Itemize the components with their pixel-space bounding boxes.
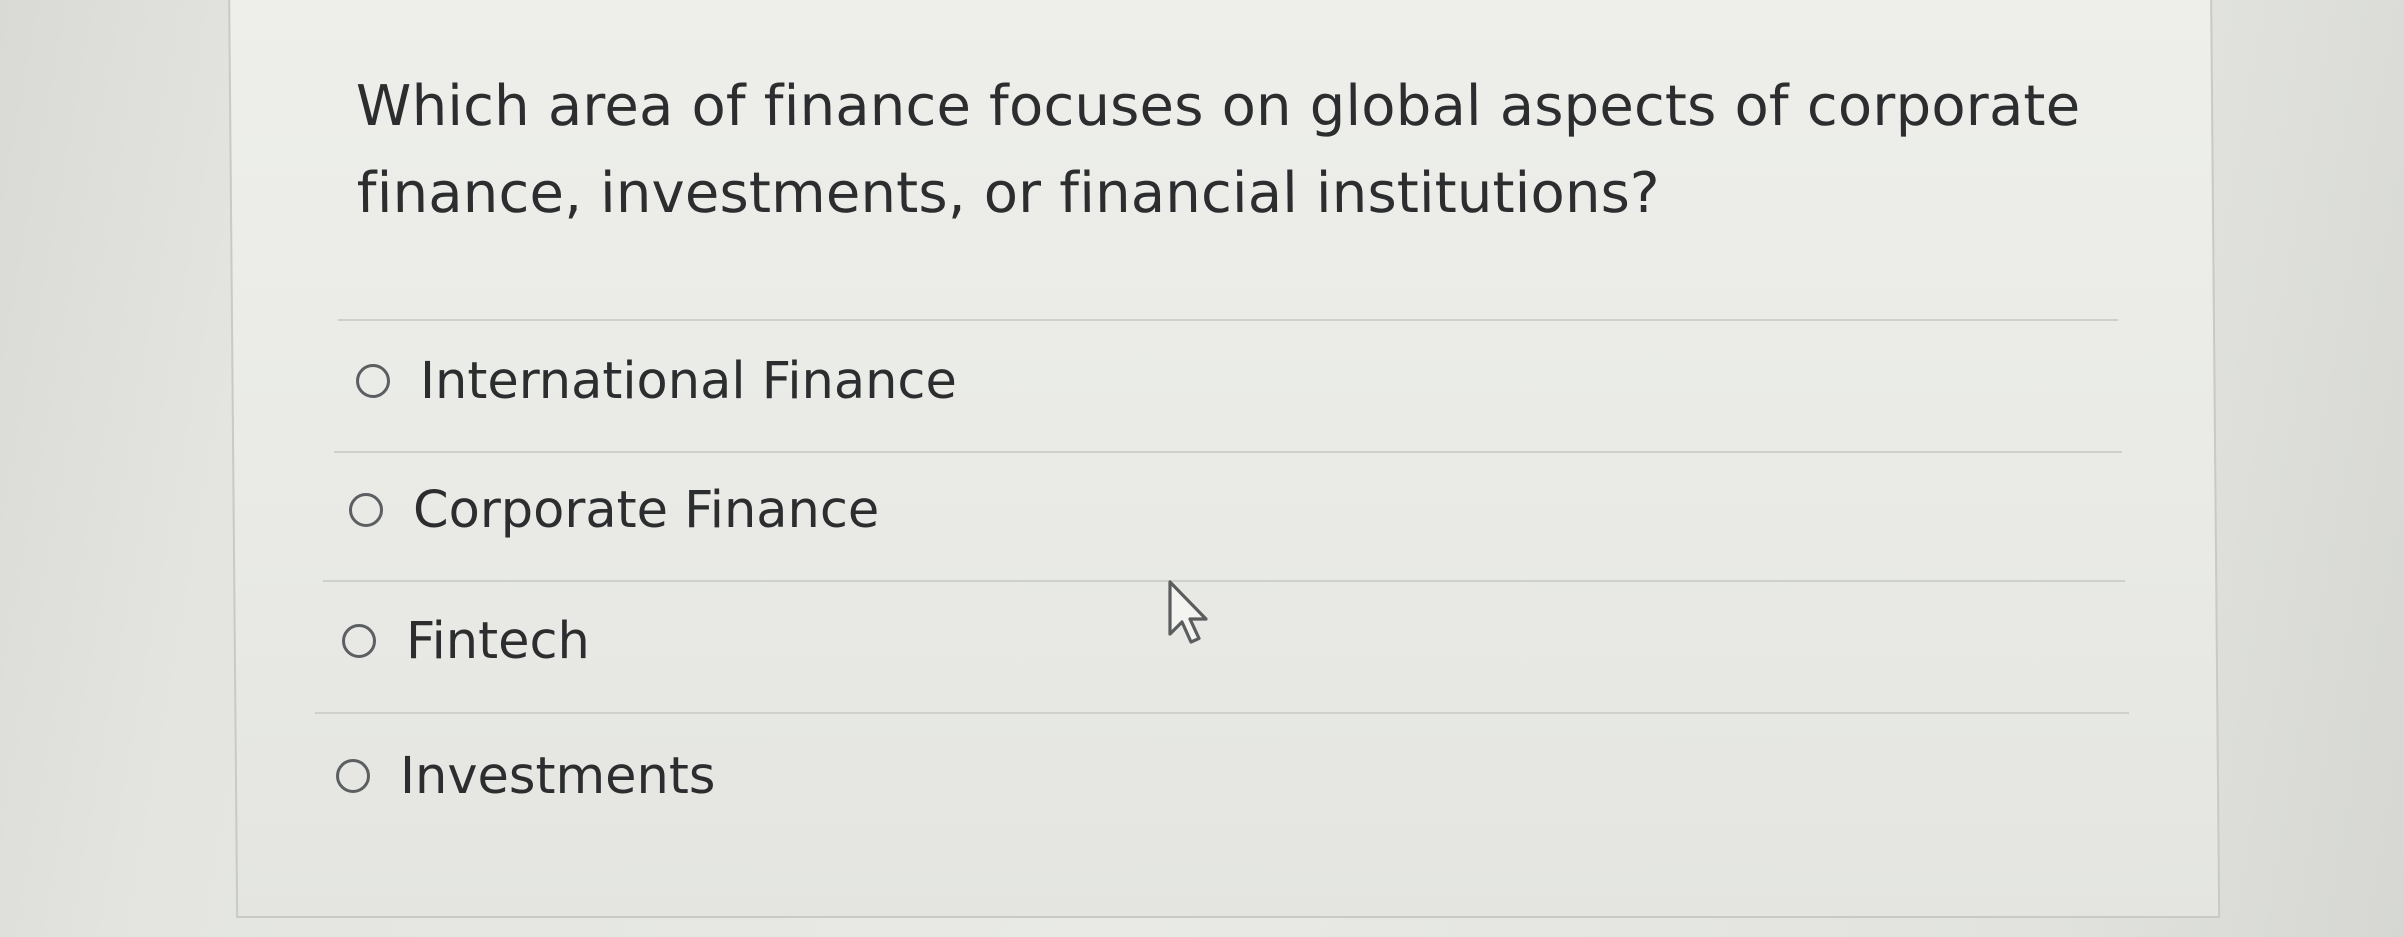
radio-button[interactable]	[342, 624, 376, 658]
answer-option-corporate-finance[interactable]: Corporate Finance	[349, 470, 879, 550]
question-divider	[338, 319, 2118, 321]
answer-option-fintech[interactable]: Fintech	[342, 601, 590, 681]
option-divider	[315, 712, 2129, 714]
radio-button[interactable]	[336, 759, 370, 793]
option-divider	[323, 580, 2125, 582]
answer-option-international-finance[interactable]: International Finance	[356, 341, 957, 421]
arrow-pointer-icon	[1168, 580, 1208, 644]
option-divider	[334, 451, 2122, 453]
radio-button[interactable]	[356, 364, 390, 398]
question-text: Which area of finance focuses on global …	[355, 74, 2081, 226]
option-label: Corporate Finance	[413, 480, 880, 540]
answer-option-investments[interactable]: Investments	[336, 736, 715, 816]
option-label: International Finance	[420, 351, 957, 411]
radio-button[interactable]	[349, 493, 383, 527]
option-label: Investments	[400, 746, 716, 806]
option-label: Fintech	[406, 611, 590, 671]
